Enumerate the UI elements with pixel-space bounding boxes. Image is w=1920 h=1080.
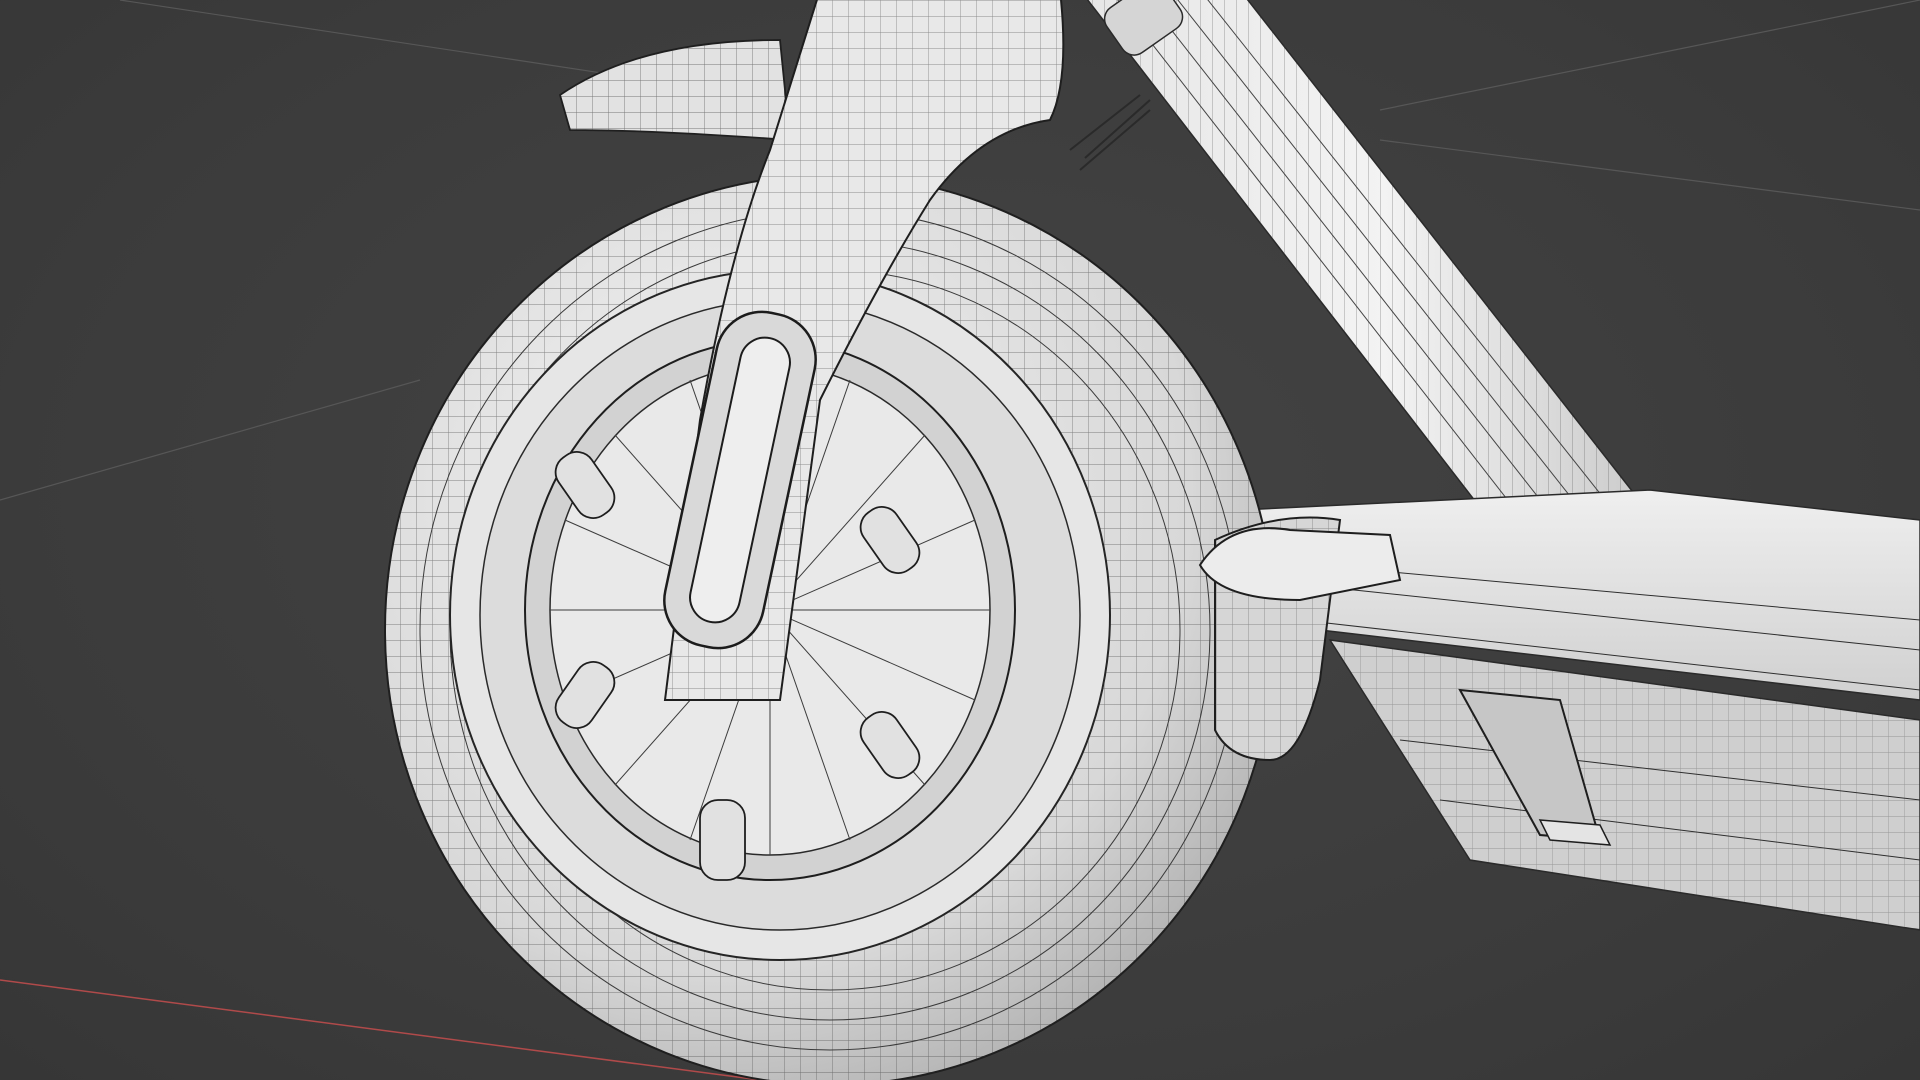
kickstand[interactable]: [1198, 516, 1402, 762]
scene-canvas[interactable]: [0, 0, 1920, 1080]
brake-cable: [1069, 94, 1151, 171]
front-fender[interactable]: [558, 39, 792, 141]
3d-viewport[interactable]: [0, 0, 1920, 1080]
